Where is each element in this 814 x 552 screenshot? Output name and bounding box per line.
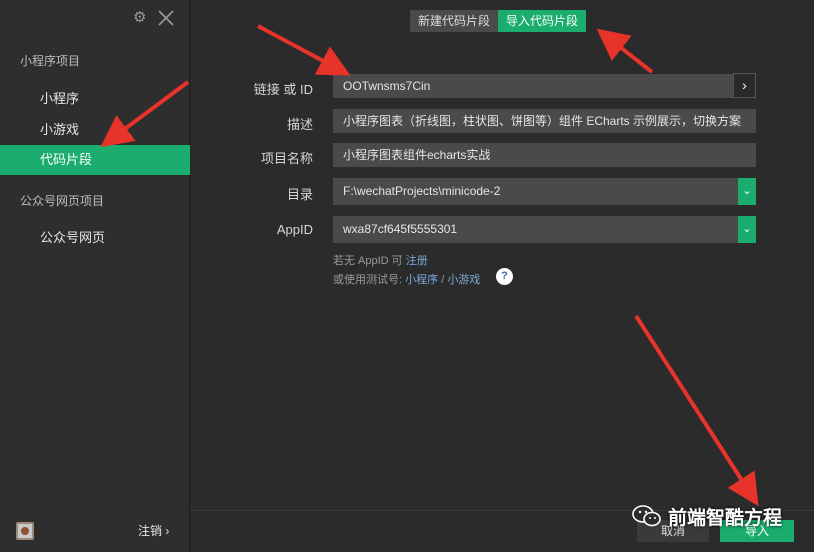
logout-button[interactable]: 注销 ›	[138, 522, 169, 539]
arrow-to-import-tab	[596, 28, 654, 74]
watermark-text: 前端智酷方程	[668, 507, 783, 529]
watermark: 前端智酷方程	[632, 500, 782, 532]
appid-label: AppID	[276, 222, 313, 237]
link-label: 链接 或 ID	[253, 82, 313, 97]
desc-input[interactable]: 小程序图表（折线图，柱状图、饼图等）组件 ECharts 示例展示，切换方案	[333, 109, 756, 133]
name-label: 项目名称	[260, 151, 313, 166]
register-link[interactable]: 注册	[406, 255, 428, 267]
link-separator: /	[441, 274, 445, 286]
register-hint: 若无 AppID 可 注册	[333, 252, 428, 268]
go-button[interactable]: ›	[733, 73, 756, 98]
section-title-official-account: 公众号网页项目	[20, 194, 105, 208]
sidebar: ⚙ 小程序项目 小程序 小游戏 代码片段 公众号网页项目 公众号网页 注销 ›	[0, 0, 190, 552]
register-hint-text: 若无 AppID 可	[333, 255, 403, 267]
help-icon[interactable]: ?	[496, 268, 513, 285]
sidebar-item-code-snippet[interactable]: 代码片段	[0, 145, 190, 175]
close-icon[interactable]	[157, 9, 175, 27]
test-account-hint: 或使用测试号: 小程序 / 小游戏	[333, 271, 480, 287]
appid-select[interactable]: wxa87cf645f5555301	[333, 216, 738, 243]
arrow-to-link-input	[257, 24, 351, 76]
desc-label: 描述	[286, 117, 313, 132]
sidebar-item-official-web[interactable]: 公众号网页	[0, 223, 190, 253]
avatar	[16, 522, 34, 540]
appid-dropdown-icon[interactable]: ⌄	[738, 216, 756, 243]
section-title-miniprogram: 小程序项目	[20, 54, 81, 68]
sidebar-item-miniprogram[interactable]: 小程序	[0, 84, 190, 114]
tab-import-snippet[interactable]: 导入代码片段	[498, 10, 587, 32]
directory-dropdown-icon[interactable]: ⌄	[738, 178, 756, 205]
directory-select[interactable]: F:\wechatProjects\minicode-2	[333, 178, 738, 205]
sidebar-item-minigame[interactable]: 小游戏	[0, 115, 190, 145]
arrow-to-import-button	[634, 314, 759, 507]
test-minigame-link[interactable]: 小游戏	[447, 274, 480, 286]
wechat-icon	[632, 505, 661, 527]
gear-icon[interactable]: ⚙	[133, 10, 149, 26]
tab-new-snippet[interactable]: 新建代码片段	[410, 10, 499, 32]
link-input[interactable]: OOTwnsms7Cin	[333, 74, 733, 98]
test-account-text: 或使用测试号:	[333, 274, 403, 286]
dir-label: 目录	[286, 187, 313, 202]
test-miniprogram-link[interactable]: 小程序	[405, 274, 438, 286]
mode-tabs: 新建代码片段 导入代码片段	[410, 10, 587, 32]
project-name-input[interactable]: 小程序图表组件echarts实战	[333, 143, 756, 167]
